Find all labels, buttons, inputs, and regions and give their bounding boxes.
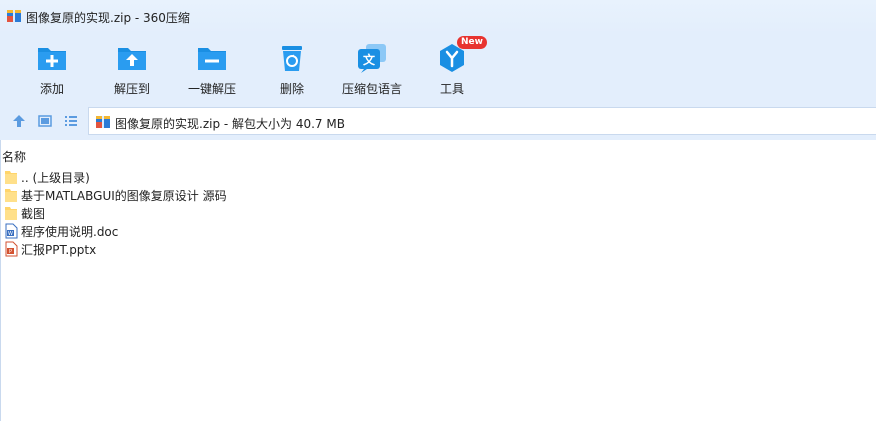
- one-click-extract-icon: [198, 48, 226, 70]
- tools-button[interactable]: New 工具: [416, 36, 488, 100]
- list-item[interactable]: 截图: [0, 204, 876, 222]
- archive-language-icon: 文: [358, 44, 386, 73]
- list-item[interactable]: .. (上级目录): [0, 168, 876, 186]
- powerpoint-icon: P: [5, 241, 18, 257]
- address-text: 图像复原的实现.zip - 解包大小为 40.7 MB: [115, 117, 345, 131]
- list-item-name: 基于MATLABGUI的图像复原设计 源码: [21, 189, 227, 203]
- archive-app-icon: [7, 10, 21, 22]
- address-row: 图像复原的实现.zip - 解包大小为 40.7 MB: [0, 102, 876, 140]
- list-header: 名称: [0, 147, 876, 165]
- list-item-name: 截图: [21, 207, 46, 221]
- list-item-name: .. (上级目录): [21, 171, 90, 185]
- up-arrow-icon[interactable]: [11, 113, 27, 129]
- archive-language-label: 压缩包语言: [341, 82, 402, 96]
- list-view-icon[interactable]: [63, 113, 79, 129]
- delete-label: 删除: [279, 82, 304, 96]
- folder-icon: [5, 189, 17, 202]
- window-title: 图像复原的实现.zip - 360压缩: [26, 11, 190, 25]
- file-list: .. (上级目录) 基于MATLABGUI的图像复原设计 源码 截图 W 程序使…: [0, 168, 876, 258]
- list-item[interactable]: P 汇报PPT.pptx: [0, 240, 876, 258]
- extract-to-label: 解压到: [113, 82, 150, 96]
- list-item-name: 汇报PPT.pptx: [21, 243, 97, 257]
- address-bar[interactable]: 图像复原的实现.zip - 解包大小为 40.7 MB: [88, 107, 876, 135]
- svg-text:W: W: [8, 231, 13, 237]
- list-item-name: 程序使用说明.doc: [21, 225, 119, 239]
- add-icon: [38, 48, 66, 70]
- list-item[interactable]: 基于MATLABGUI的图像复原设计 源码: [0, 186, 876, 204]
- add-label: 添加: [39, 82, 64, 96]
- one-click-extract-label: 一键解压: [187, 82, 236, 96]
- delete-icon: [282, 46, 302, 71]
- delete-button[interactable]: 删除: [256, 38, 328, 100]
- toolbar: 添加 解压到 一键解压 删除 文 压缩包语言 New 工具: [0, 34, 876, 102]
- folder-icon: [5, 171, 17, 184]
- tools-label: 工具: [439, 82, 464, 96]
- folder-icon: [5, 207, 17, 220]
- archive-language-button[interactable]: 文 压缩包语言: [336, 38, 408, 100]
- list-item[interactable]: W 程序使用说明.doc: [0, 222, 876, 240]
- title-bar: 图像复原的实现.zip - 360压缩: [0, 0, 876, 34]
- column-header-name[interactable]: 名称: [2, 148, 26, 165]
- new-badge: New: [457, 36, 487, 49]
- archive-file-icon: [96, 116, 110, 128]
- extract-to-button[interactable]: 解压到: [96, 38, 168, 100]
- thumbnail-view-icon[interactable]: [37, 113, 53, 129]
- add-button[interactable]: 添加: [16, 38, 88, 100]
- extract-to-icon: [118, 48, 146, 70]
- one-click-extract-button[interactable]: 一键解压: [176, 38, 248, 100]
- svg-text:文: 文: [363, 52, 376, 67]
- word-doc-icon: W: [5, 223, 18, 239]
- svg-text:P: P: [9, 249, 12, 255]
